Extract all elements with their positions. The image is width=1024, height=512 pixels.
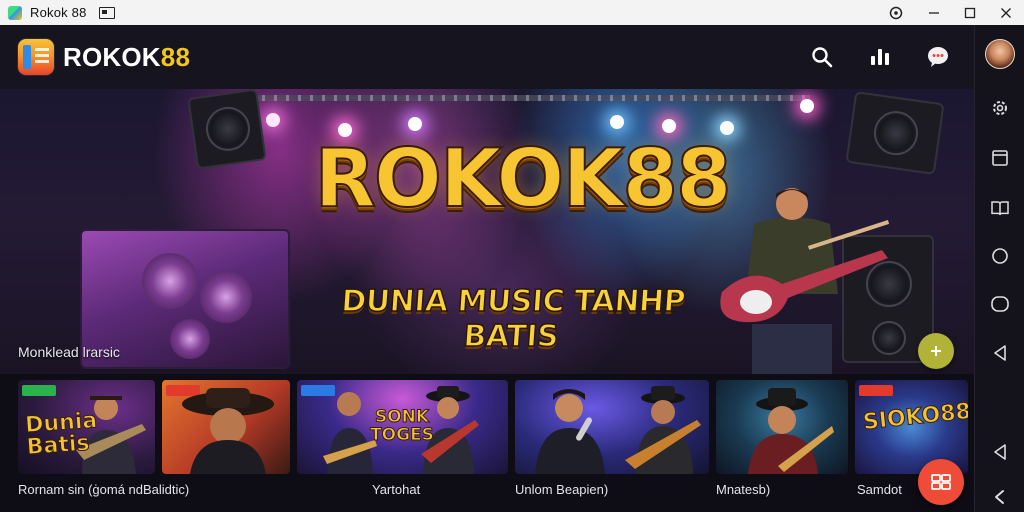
window-titlebar: Rokok 88	[0, 0, 1024, 25]
stage-light	[610, 115, 624, 129]
card-caption[interactable]: Unlom Beapien)	[515, 482, 608, 497]
chat-icon[interactable]	[924, 43, 952, 71]
stage-light	[266, 113, 280, 127]
grid-icon	[931, 474, 951, 490]
card-caption[interactable]: Mnatesb)	[716, 482, 770, 497]
hero-title: ROKOK88	[313, 132, 732, 225]
back-icon[interactable]	[987, 439, 1013, 465]
card-badge	[22, 385, 56, 396]
stage-truss	[250, 95, 810, 101]
window-icon[interactable]	[987, 145, 1013, 171]
card-caption[interactable]: Samdot	[857, 482, 902, 497]
target-icon[interactable]	[878, 0, 914, 25]
card-caption[interactable]: Rornam sin (ġomá ndBalidtic)	[18, 482, 189, 497]
stage-light	[408, 117, 422, 131]
card-art-text: SONK TOGES	[370, 407, 435, 445]
app-icon	[8, 5, 22, 20]
card-row: Dunia Batis SONK TOGES SIOKO88 Rornam si…	[0, 374, 974, 512]
book-icon[interactable]	[987, 195, 1013, 221]
speaker	[845, 91, 945, 175]
brand-logo[interactable]: ROKOK88	[63, 42, 190, 73]
card-thumbnail[interactable]: Dunia Batis	[18, 380, 155, 474]
maximize-icon[interactable]	[952, 0, 988, 25]
card-caption[interactable]: Yartohat	[372, 482, 420, 497]
back-icon[interactable]	[987, 340, 1013, 366]
card-thumbnail[interactable]: SIOKO88	[855, 380, 968, 474]
card-badge	[859, 385, 893, 396]
circle-icon[interactable]	[987, 243, 1013, 269]
minimize-icon[interactable]	[916, 0, 952, 25]
stage-light	[800, 99, 814, 113]
rounded-square-icon[interactable]	[987, 291, 1013, 317]
card-thumbnail[interactable]: SONK TOGES	[297, 380, 508, 474]
search-icon[interactable]	[808, 43, 836, 71]
window-mode-icon[interactable]	[98, 6, 115, 19]
hero-banner[interactable]: ROKOK88 DUNIA MUSIC TANHP BATIS Monklead…	[0, 89, 974, 374]
window-controls	[878, 0, 1024, 25]
logo-icon	[18, 39, 54, 75]
card-thumbnail[interactable]	[515, 380, 709, 474]
plus-button[interactable]	[918, 333, 954, 369]
hero-caption: Monklead lrarsic	[18, 344, 120, 360]
plus-icon	[931, 346, 941, 356]
card-art-text: SIOKO88	[861, 398, 968, 436]
card-thumbnail[interactable]	[716, 380, 848, 474]
card-thumbnail[interactable]	[162, 380, 290, 474]
avatar[interactable]	[985, 39, 1015, 69]
stage-light	[662, 119, 676, 133]
chevron-left-icon[interactable]	[987, 484, 1013, 510]
guitarist-illustration	[720, 188, 890, 374]
card-art-text: Dunia Batis	[24, 408, 99, 461]
grid-button[interactable]	[918, 459, 964, 505]
close-icon[interactable]	[988, 0, 1024, 25]
app-header: ROKOK88	[0, 25, 974, 89]
window-title: Rokok 88	[30, 5, 87, 20]
hero-subtitle: DUNIA MUSIC TANHP BATIS	[339, 283, 687, 355]
chart-icon[interactable]	[866, 43, 894, 71]
right-rail	[974, 25, 1024, 512]
gear-icon[interactable]	[987, 95, 1013, 121]
speaker	[187, 89, 267, 170]
